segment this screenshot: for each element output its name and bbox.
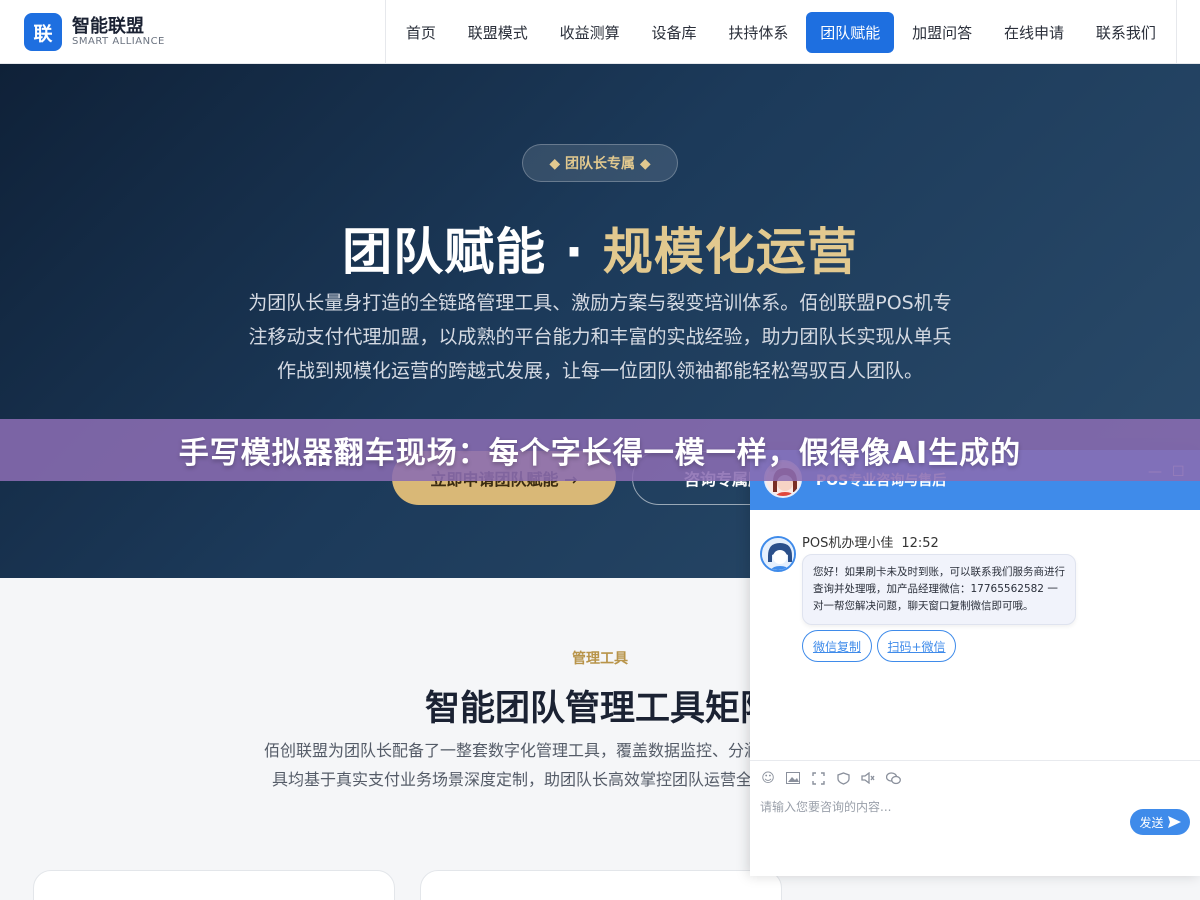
send-label: 发送	[1139, 815, 1164, 830]
rating-icon[interactable]	[835, 770, 851, 786]
copy-wechat-button[interactable]: 微信复制	[802, 630, 872, 662]
send-icon	[1167, 816, 1181, 828]
agent-avatar-icon	[762, 538, 794, 570]
emoji-icon[interactable]: ☺	[760, 770, 776, 786]
scan-wechat-button[interactable]: 扫码+微信	[877, 630, 956, 662]
hero-badge: ◆ 团队长专属 ◆	[522, 144, 678, 182]
message-avatar	[760, 536, 796, 572]
overlay-banner-text: 手写模拟器翻车现场：每个字长得一模一样，假得像AI生成的	[178, 436, 1022, 471]
hero-description: 为团队长量身打造的全链路管理工具、激励方案与裂变培训体系。佰创联盟POS机专注移…	[248, 292, 952, 382]
chat-divider	[750, 760, 1200, 761]
nav-revenue-calc[interactable]: 收益测算	[546, 12, 634, 53]
send-button[interactable]: 发送	[1130, 809, 1190, 835]
chat-toolbar: ☺	[760, 770, 901, 786]
message-meta: POS机办理小佳 12:52	[802, 532, 939, 551]
main-nav: 首页 联盟模式 收益测算 设备库 扶持体系 团队赋能 加盟问答 在线申请 联系我…	[385, 0, 1177, 64]
nav-support-system[interactable]: 扶持体系	[714, 12, 802, 53]
hero-title: 团队赋能 · 规模化运营	[0, 212, 1200, 284]
hero-title-highlight: 规模化运营	[602, 223, 858, 281]
message-time: 12:52	[901, 536, 939, 551]
logo-name: 智能联盟	[72, 15, 144, 37]
voice-icon[interactable]	[860, 770, 876, 786]
nav-home[interactable]: 首页	[392, 12, 450, 53]
overlay-banner: 手写模拟器翻车现场：每个字长得一模一样，假得像AI生成的	[0, 419, 1200, 481]
nav-team-empowerment[interactable]: 团队赋能	[806, 11, 895, 53]
chat-message-input[interactable]	[760, 800, 1120, 814]
nav-online-apply[interactable]: 在线申请	[990, 12, 1078, 53]
logo-subtitle: SMART ALLIANCE	[72, 36, 165, 48]
hero-title-main: 团队赋能 ·	[342, 223, 603, 281]
message-bubble: 您好！如果刷卡未及时到账，可以联系我们服务商进行查询并处理哦，加产品经理微信：1…	[802, 554, 1076, 625]
logo-mark: 联	[24, 13, 62, 51]
site-header: 联 智能联盟 SMART ALLIANCE 首页 联盟模式 收益测算 设备库 扶…	[0, 0, 1200, 64]
tool-card[interactable]	[33, 870, 395, 900]
screenshot-icon[interactable]	[810, 770, 826, 786]
nav-faq[interactable]: 加盟问答	[898, 12, 986, 53]
nav-device-library[interactable]: 设备库	[638, 12, 711, 53]
chat-widget: POS专业咨询与售后 — ☐ POS机办理小佳12:52 您好！如果刷卡未及时到…	[750, 450, 1200, 876]
agent-name: POS机办理小佳	[802, 536, 894, 551]
wechat-icon[interactable]	[885, 770, 901, 786]
image-icon[interactable]	[785, 770, 801, 786]
site-logo[interactable]: 联 智能联盟 SMART ALLIANCE	[24, 13, 165, 51]
nav-alliance-mode[interactable]: 联盟模式	[454, 12, 542, 53]
nav-contact[interactable]: 联系我们	[1082, 12, 1170, 53]
tool-card[interactable]	[420, 870, 782, 900]
